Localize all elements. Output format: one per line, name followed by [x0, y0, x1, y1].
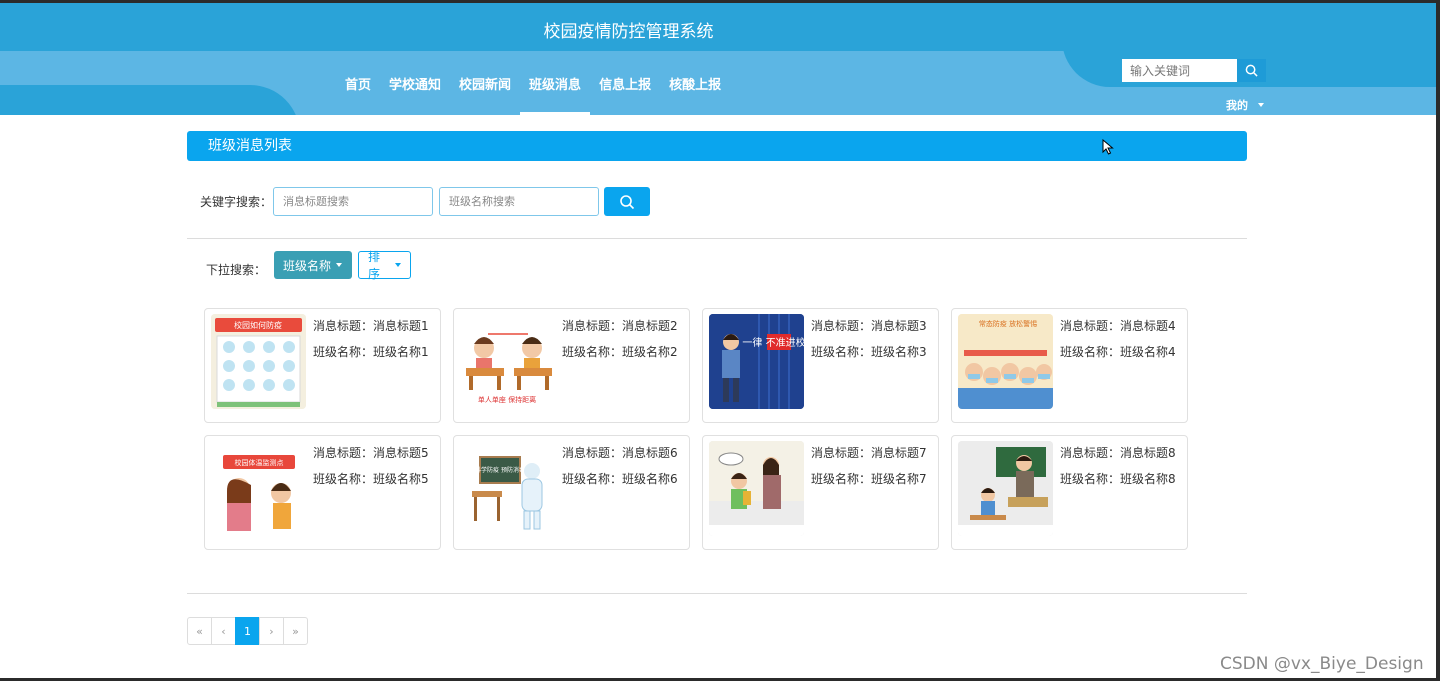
message-thumbnail: 校园如何防疫	[211, 314, 306, 409]
message-thumbnail: 科学防疫 预防消毒	[460, 441, 555, 536]
divider	[187, 238, 1247, 239]
search-button[interactable]	[604, 187, 650, 216]
nav-campus-news[interactable]: 校园新闻	[450, 51, 520, 115]
message-thumbnail: 单人单座 保持距离	[460, 314, 555, 409]
next-page-button[interactable]: ›	[259, 617, 284, 645]
nav-school-notice[interactable]: 学校通知	[380, 51, 450, 115]
message-card[interactable]: 常态防疫 放松警惕 消息标题：消息标题4 班级名称：班级名称4	[951, 308, 1188, 423]
message-card[interactable]: 一律 不准进校门 消息标题：消息标题3 班级名称：班级名称3	[702, 308, 939, 423]
sort-dropdown[interactable]: 排序	[358, 250, 411, 281]
watermark: CSDN @vx_Biye_Design	[1220, 654, 1424, 674]
class-search-input[interactable]	[439, 187, 599, 216]
card-class: 班级名称：班级名称6	[562, 472, 678, 486]
card-title: 消息标题：消息标题8	[1060, 446, 1176, 460]
search-icon	[620, 194, 635, 209]
header-bar: 校园疫情防控管理系统	[0, 3, 1436, 51]
card-class: 班级名称：班级名称7	[811, 472, 927, 486]
thumbnail-caption: 校园如何防疫	[234, 320, 282, 330]
message-card[interactable]: 消息标题：消息标题8 班级名称：班级名称8	[951, 435, 1188, 550]
page: 校园疫情防控管理系统 首页 学校通知 校园新闻 班级消息 信息上报 核酸上报 我…	[0, 0, 1440, 681]
card-title: 消息标题：消息标题4	[1060, 319, 1176, 333]
page-1-button[interactable]: 1	[235, 617, 260, 645]
card-title: 消息标题：消息标题2	[562, 319, 678, 333]
search-icon	[1245, 64, 1258, 77]
class-name-dropdown-label: 班级名称	[283, 258, 332, 273]
card-class: 班级名称：班级名称4	[1060, 345, 1176, 359]
message-card[interactable]: 单人单座 保持距离 消息标题：消息标题2 班级名称：班级名称2	[453, 308, 690, 423]
my-menu[interactable]: 我的	[1226, 97, 1264, 113]
dropdown-search-label: 下拉搜索：	[206, 263, 267, 277]
pagination: « ‹ 1 › »	[187, 617, 308, 645]
nav-nucleic-report[interactable]: 核酸上报	[660, 51, 730, 115]
section-title: 班级消息列表	[187, 131, 1247, 161]
first-page-button[interactable]: «	[187, 617, 212, 645]
nav-class-message[interactable]: 班级消息	[520, 51, 591, 115]
nav-info-report[interactable]: 信息上报	[590, 51, 660, 115]
card-title: 消息标题：消息标题6	[562, 446, 678, 460]
last-page-button[interactable]: »	[283, 617, 308, 645]
thumbnail-caption: 一律 不准进校门	[742, 336, 804, 349]
chevron-down-icon	[395, 263, 401, 267]
card-class: 班级名称：班级名称5	[313, 472, 429, 486]
sort-dropdown-label: 排序	[368, 250, 381, 281]
site-title: 校园疫情防控管理系统	[543, 22, 714, 42]
card-title: 消息标题：消息标题1	[313, 319, 429, 333]
thumbnail-caption: 科学防疫 预防消毒	[475, 466, 525, 474]
card-title: 消息标题：消息标题5	[313, 446, 429, 460]
message-thumbnail	[958, 441, 1053, 536]
chevron-down-icon	[1258, 103, 1264, 107]
chevron-down-icon	[336, 263, 343, 267]
keyword-search-label: 关键字搜索：	[200, 195, 273, 209]
prev-page-button[interactable]: ‹	[211, 617, 236, 645]
card-title: 消息标题：消息标题3	[811, 319, 927, 333]
card-class: 班级名称：班级名称1	[313, 345, 429, 359]
header-search-button[interactable]	[1237, 59, 1266, 82]
title-search-input[interactable]	[273, 187, 433, 216]
class-name-dropdown[interactable]: 班级名称	[274, 251, 352, 279]
mouse-cursor-icon	[1102, 139, 1114, 155]
card-class: 班级名称：班级名称3	[811, 345, 927, 359]
thumbnail-caption: 常态防疫 放松警惕	[979, 319, 1037, 328]
card-class: 班级名称：班级名称2	[562, 345, 678, 359]
nav-decoration	[0, 85, 300, 115]
thumbnail-caption: 校园体温监测点	[235, 458, 284, 467]
main-nav: 首页 学校通知 校园新闻 班级消息 信息上报 核酸上报	[336, 51, 730, 115]
message-card[interactable]: 校园如何防疫 消息标题：消息标题1 班级名称：班级名称1	[204, 308, 441, 423]
card-title: 消息标题：消息标题7	[811, 446, 927, 460]
message-thumbnail	[709, 441, 804, 536]
message-card[interactable]: 科学防疫 预防消毒 消息标题：消息标题6 班级名称：班级名称6	[453, 435, 690, 550]
thumbnail-caption: 单人单座 保持距离	[478, 395, 536, 404]
message-thumbnail: 校园体温监测点	[211, 441, 306, 536]
header-search-input[interactable]	[1122, 59, 1237, 82]
divider	[187, 593, 1247, 594]
message-thumbnail: 常态防疫 放松警惕	[958, 314, 1053, 409]
nav-home[interactable]: 首页	[336, 51, 380, 115]
message-thumbnail: 一律 不准进校门	[709, 314, 804, 409]
my-menu-label: 我的	[1226, 99, 1248, 112]
header-search	[1122, 59, 1266, 82]
message-card[interactable]: 校园体温监测点 消息标题：消息标题5 班级名称：班级名称5	[204, 435, 441, 550]
card-class: 班级名称：班级名称8	[1060, 472, 1176, 486]
message-card[interactable]: 消息标题：消息标题7 班级名称：班级名称7	[702, 435, 939, 550]
